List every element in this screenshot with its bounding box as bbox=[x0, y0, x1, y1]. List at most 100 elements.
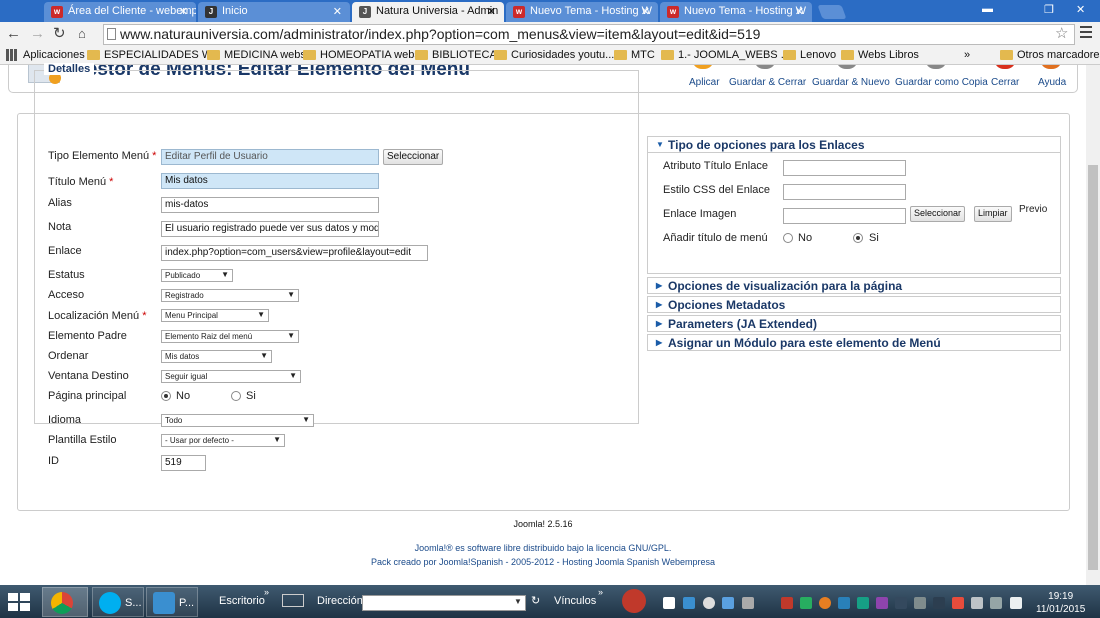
link-css-input[interactable] bbox=[783, 184, 906, 200]
close-window-icon[interactable]: ✕ bbox=[1076, 3, 1085, 16]
link-title-attribute-input[interactable] bbox=[783, 160, 906, 176]
toolbar-expand-icon[interactable]: » bbox=[598, 587, 603, 597]
accordion-module-assignment[interactable]: ▶ Asignar un Módulo para este elemento d… bbox=[647, 334, 1061, 351]
address-go-icon[interactable]: ↻ bbox=[531, 594, 540, 607]
home-page-si-radio[interactable] bbox=[231, 391, 241, 401]
tab-nuevo-tema-2[interactable]: w Nuevo Tema - Hosting W ✕ bbox=[660, 2, 812, 22]
select-image-button[interactable]: Seleccionar bbox=[910, 206, 966, 222]
note-input[interactable]: El usuario registrado puede ver sus dato… bbox=[161, 221, 379, 237]
tab-inicio[interactable]: J Inicio ✕ bbox=[198, 2, 350, 22]
accordion-ja-parameters[interactable]: ▶ Parameters (JA Extended) bbox=[647, 315, 1061, 332]
desktop-toolbar-label[interactable]: Escritorio bbox=[219, 595, 265, 607]
tray-app-icon[interactable] bbox=[683, 597, 695, 609]
template-style-select[interactable]: - Usar por defecto - ▼ bbox=[161, 434, 285, 447]
flag-icon[interactable] bbox=[990, 597, 1002, 609]
bookmark-webs-libros[interactable]: Webs Libros bbox=[841, 49, 919, 61]
tray-app-icon[interactable] bbox=[722, 597, 734, 609]
tray-app-icon[interactable] bbox=[819, 597, 831, 609]
close-tab-icon[interactable]: ✕ bbox=[487, 5, 496, 18]
scrollbar-thumb[interactable] bbox=[1088, 165, 1098, 570]
taskbar-address-input[interactable] bbox=[362, 595, 526, 611]
access-select[interactable]: Registrado ▼ bbox=[161, 289, 299, 302]
bookmark-biblioteca[interactable]: BIBLIOTECA bbox=[415, 49, 497, 61]
home-icon[interactable]: ⌂ bbox=[78, 26, 86, 42]
tray-app-icon[interactable] bbox=[838, 597, 850, 609]
bookmarks-overflow-button[interactable]: » bbox=[964, 49, 970, 61]
toolbar-expand-icon[interactable]: » bbox=[264, 587, 269, 597]
add-menu-title-si-radio[interactable] bbox=[853, 233, 863, 243]
parent-item-select[interactable]: Elemento Raiz del menú ▼ bbox=[161, 330, 299, 343]
language-select[interactable]: Todo ▼ bbox=[161, 414, 314, 427]
close-tab-icon[interactable]: ✕ bbox=[333, 5, 342, 18]
accordion-metadata-options[interactable]: ▶ Opciones Metadatos bbox=[647, 296, 1061, 313]
clear-image-button[interactable]: Limpiar bbox=[974, 206, 1012, 222]
url-bar[interactable]: www.naturauniversia.com/administrator/in… bbox=[103, 24, 1075, 45]
help-button[interactable]: Ayuda bbox=[1038, 77, 1066, 88]
bookmark-curiosidades[interactable]: Curiosidades youtu... bbox=[494, 49, 614, 61]
taskbar-app-2[interactable]: P... bbox=[146, 587, 198, 617]
apply-button[interactable]: Aplicar bbox=[689, 77, 720, 88]
tray-app-icon[interactable] bbox=[914, 597, 926, 609]
target-window-select[interactable]: Seguir igual ▼ bbox=[161, 370, 301, 383]
taskbar-skype[interactable]: S... bbox=[92, 587, 144, 617]
page-scrollbar[interactable] bbox=[1086, 65, 1100, 585]
menu-location-select[interactable]: Menu Principal ▼ bbox=[161, 309, 269, 322]
volume-icon[interactable] bbox=[1010, 597, 1022, 609]
tray-app-icon[interactable] bbox=[742, 597, 754, 609]
alias-input[interactable]: mis-datos bbox=[161, 197, 379, 213]
bookmark-joomla-webs[interactable]: 1.- JOOMLA_WEBS ... bbox=[661, 49, 790, 61]
tray-app-icon[interactable] bbox=[800, 597, 812, 609]
links-toolbar-label[interactable]: Vínculos bbox=[554, 595, 596, 607]
license-text[interactable]: Joomla!® es software libre distribuido b… bbox=[0, 543, 1086, 553]
link-options-header[interactable]: ▼ Tipo de opciones para los Enlaces bbox=[647, 136, 1061, 153]
system-clock[interactable]: 19:19 11/01/2015 bbox=[1036, 590, 1085, 616]
bookmark-otros[interactable]: Otros marcadores bbox=[1000, 49, 1100, 61]
restore-icon[interactable]: ❐ bbox=[1044, 3, 1054, 16]
tab-area-cliente[interactable]: w Área del Cliente - webemp ✕ bbox=[44, 2, 196, 22]
forward-icon[interactable]: → bbox=[30, 26, 45, 42]
bookmark-mtc[interactable]: MTC bbox=[614, 49, 655, 61]
close-tab-icon[interactable]: ✕ bbox=[179, 5, 188, 18]
home-page-no-radio[interactable] bbox=[161, 391, 171, 401]
bookmark-medicina[interactable]: MEDICINA webs bbox=[207, 49, 306, 61]
tray-app-icon[interactable] bbox=[703, 597, 715, 609]
taskbar-chrome[interactable] bbox=[42, 587, 88, 617]
link-input[interactable]: index.php?option=com_users&view=profile&… bbox=[161, 245, 428, 261]
tab-nuevo-tema-1[interactable]: w Nuevo Tema - Hosting W ✕ bbox=[506, 2, 658, 22]
tray-app-icon[interactable] bbox=[952, 597, 964, 609]
network-icon[interactable] bbox=[971, 597, 983, 609]
windows-start-icon[interactable] bbox=[8, 593, 32, 611]
bookmark-homeopatia[interactable]: HOMEOPATIA webs bbox=[303, 49, 420, 61]
save-copy-button[interactable]: Guardar como Copia bbox=[895, 77, 988, 88]
bookmark-especialidades[interactable]: ESPECIALIDADES W... bbox=[87, 49, 221, 61]
pack-credit-text[interactable]: Pack creado por Joomla!Spanish - 2005-20… bbox=[0, 557, 1086, 567]
ordering-select[interactable]: Mis datos ▼ bbox=[161, 350, 272, 363]
bookmark-apps[interactable]: Aplicaciones bbox=[6, 49, 85, 61]
bookmark-star-icon[interactable]: ☆ bbox=[1055, 24, 1068, 42]
add-menu-title-no-radio[interactable] bbox=[783, 233, 793, 243]
tray-app-icon[interactable] bbox=[876, 597, 888, 609]
tray-app-icon[interactable] bbox=[857, 597, 869, 609]
tray-app-icon[interactable] bbox=[781, 597, 793, 609]
select-type-button[interactable]: Seleccionar bbox=[383, 149, 444, 165]
tray-app-icon[interactable] bbox=[895, 597, 907, 609]
new-tab-button[interactable] bbox=[817, 5, 847, 19]
close-tab-icon[interactable]: ✕ bbox=[795, 5, 804, 18]
close-tab-icon[interactable]: ✕ bbox=[641, 5, 650, 18]
keyboard-icon[interactable] bbox=[282, 594, 304, 607]
accordion-page-display-options[interactable]: ▶ Opciones de visualización para la pági… bbox=[647, 277, 1061, 294]
reload-icon[interactable]: ↻ bbox=[53, 26, 66, 42]
menu-item-type-field[interactable]: Editar Perfil de Usuario bbox=[161, 149, 379, 165]
tray-app-icon[interactable] bbox=[933, 597, 945, 609]
chrome-menu-icon[interactable] bbox=[1080, 26, 1092, 38]
app-tray-icon[interactable] bbox=[622, 589, 646, 613]
save-new-button[interactable]: Guardar & Nuevo bbox=[812, 77, 890, 88]
minimize-icon[interactable]: ▬ bbox=[982, 3, 993, 15]
menu-title-input[interactable]: Mis datos bbox=[161, 173, 379, 189]
back-icon[interactable]: ← bbox=[6, 26, 21, 42]
save-close-button[interactable]: Guardar & Cerrar bbox=[729, 77, 806, 88]
link-image-input[interactable] bbox=[783, 208, 906, 224]
address-dropdown-icon[interactable]: ▼ bbox=[514, 597, 522, 606]
bookmark-lenovo[interactable]: Lenovo bbox=[783, 49, 836, 61]
tab-natura-admin[interactable]: J Natura Universia - Admin ✕ bbox=[352, 2, 504, 22]
